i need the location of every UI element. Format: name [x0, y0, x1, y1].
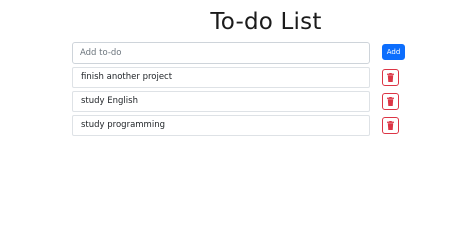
todo-text[interactable]: study programming	[72, 115, 370, 136]
todo-text[interactable]: finish another project	[72, 67, 370, 88]
trash-icon	[387, 73, 394, 82]
trash-icon	[387, 97, 394, 106]
todo-item: study programming	[72, 115, 408, 139]
todo-text[interactable]: study English	[72, 91, 370, 112]
todo-app: To-do List Add finish another project st…	[0, 0, 474, 244]
add-button[interactable]: Add	[382, 44, 405, 60]
page-title: To-do List	[210, 9, 322, 35]
delete-button[interactable]	[382, 69, 399, 86]
todo-list: finish another project study English stu…	[72, 67, 408, 139]
todo-item: study English	[72, 91, 408, 115]
trash-icon	[387, 121, 394, 130]
add-todo-row: Add	[72, 42, 408, 64]
todo-item: finish another project	[72, 67, 408, 91]
delete-button[interactable]	[382, 117, 399, 134]
delete-button[interactable]	[382, 93, 399, 110]
add-todo-input[interactable]	[72, 42, 370, 64]
